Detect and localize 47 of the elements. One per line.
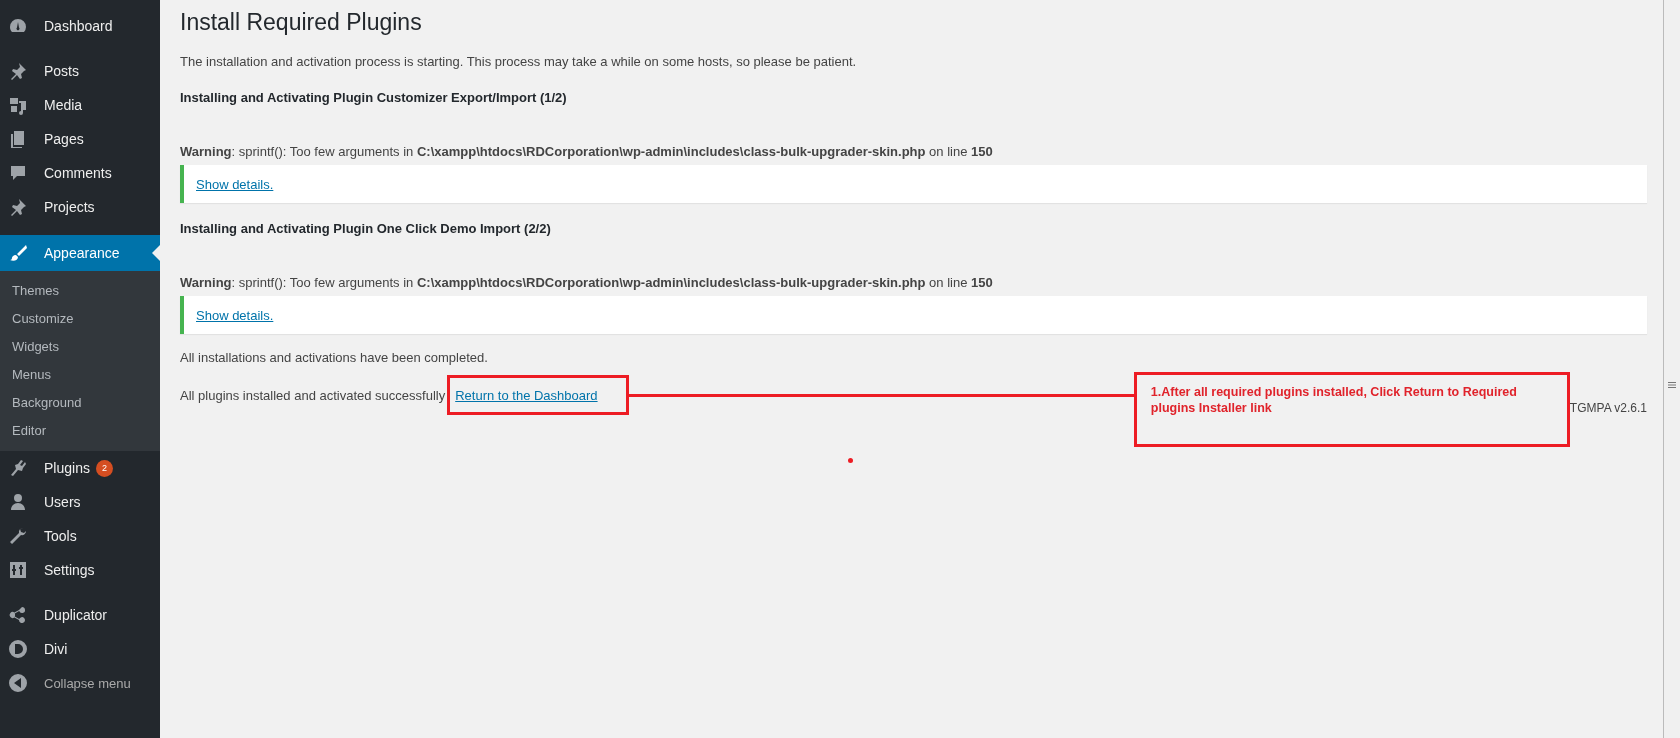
menu-item[interactable]: Dashboard <box>0 9 160 43</box>
step-heading: Installing and Activating Plugin One Click Demo Import (2/2) <box>180 220 552 238</box>
page-title: Install Required Plugins <box>180 8 423 37</box>
count-badge: 2 <box>95 459 113 477</box>
paintbrush-icon <box>8 243 28 263</box>
menu-item[interactable]: Comments <box>0 156 160 190</box>
submenu-item[interactable]: Customize <box>0 305 160 333</box>
menu-item[interactable]: Pages <box>0 122 160 156</box>
menu-item[interactable]: Users <box>0 485 160 519</box>
user-icon <box>8 492 28 512</box>
sliders-icon <box>8 560 28 580</box>
menu-item[interactable]: Settings <box>0 553 160 587</box>
return-dashboard-link[interactable]: Return to the Dashboard <box>455 387 598 403</box>
share-icon <box>8 605 28 625</box>
speech-bubble-icon <box>8 163 28 183</box>
collapse-icon <box>8 673 28 693</box>
menu-item[interactable]: Appearance <box>0 235 160 271</box>
menu-item[interactable]: Collapse menu <box>0 666 160 700</box>
menu-item[interactable]: Divi <box>0 632 160 666</box>
step-heading: Installing and Activating Plugin Customizer Export/Import (1/2) <box>180 89 568 107</box>
warning-text: Warning: sprintf(): Too few arguments in C:\xampp\htdocs\RDCorporation\wp-admin\includes\class-bulk-upgrader-skin.php on line 150 <box>180 274 994 292</box>
version-text: TGMPA v2.6.1 <box>1569 401 1647 415</box>
submenu-item[interactable]: Themes <box>0 277 160 305</box>
show-details-link[interactable]: Show details. <box>196 307 274 323</box>
menu-item[interactable]: Media <box>0 88 160 122</box>
menu-item[interactable]: Plugins 2 <box>0 451 160 485</box>
wrench-icon <box>8 526 28 546</box>
annotation-text: 1.After all required plugins installed, Click Return to Required plugins Installer link <box>1150 384 1518 416</box>
menu-item[interactable]: Duplicator <box>0 598 160 632</box>
intro-text: The installation and activation process is starting. This process may take a while on some hosts, so please be patient. <box>180 53 858 71</box>
submenu-item[interactable]: Menus <box>0 361 160 389</box>
annotation-dot <box>848 458 853 463</box>
menu-item[interactable]: Posts <box>0 54 160 88</box>
completed-text: All installations and activations have been completed. <box>180 349 489 367</box>
success-text: All plugins installed and activated successfully <box>180 387 446 403</box>
submenu-item[interactable]: Widgets <box>0 333 160 361</box>
show-details-link[interactable]: Show details. <box>196 176 274 192</box>
circle-logo-icon <box>8 639 28 659</box>
plug-icon <box>8 458 28 478</box>
grip-icon <box>1668 381 1676 389</box>
submenu-item[interactable]: Background <box>0 389 160 417</box>
menu-item[interactable]: Tools <box>0 519 160 553</box>
current-pointer-icon <box>152 245 160 261</box>
menu-item[interactable]: Projects <box>0 190 160 224</box>
submenu-item[interactable]: Editor <box>0 417 160 445</box>
warning-text: Warning: sprintf(): Too few arguments in C:\xampp\htdocs\RDCorporation\wp-admin\includes\class-bulk-upgrader-skin.php on line 150 <box>180 143 994 161</box>
media-icon <box>8 95 28 115</box>
